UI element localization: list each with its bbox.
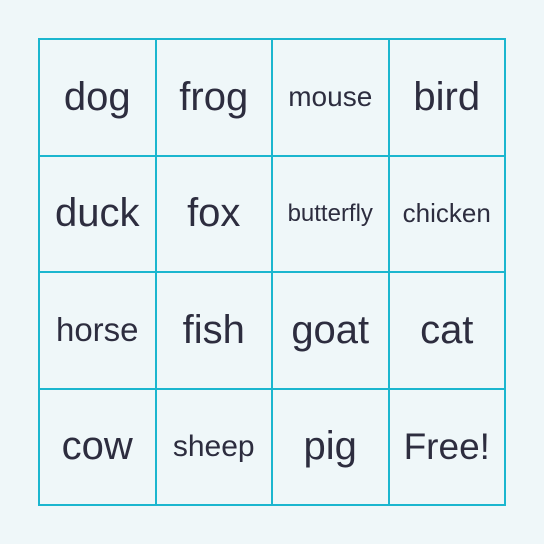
bingo-cell-pig[interactable]: pig: [272, 388, 389, 505]
bingo-cell-fish[interactable]: fish: [155, 272, 272, 389]
bingo-cell-fox[interactable]: fox: [155, 155, 272, 272]
bingo-cell-bird[interactable]: bird: [388, 39, 505, 156]
bingo-cell-goat[interactable]: goat: [272, 272, 389, 389]
bingo-cell-free[interactable]: Free!: [388, 388, 505, 505]
bingo-cell-duck[interactable]: duck: [39, 155, 156, 272]
bingo-cell-cow[interactable]: cow: [39, 388, 156, 505]
bingo-cell-horse[interactable]: horse: [39, 272, 156, 389]
bingo-cell-dog[interactable]: dog: [39, 39, 156, 156]
bingo-cell-cat[interactable]: cat: [388, 272, 505, 389]
bingo-cell-mouse[interactable]: mouse: [272, 39, 389, 156]
bingo-cell-butterfly[interactable]: butterfly: [272, 155, 389, 272]
bingo-cell-chicken[interactable]: chicken: [388, 155, 505, 272]
bingo-cell-sheep[interactable]: sheep: [155, 388, 272, 505]
bingo-cell-frog[interactable]: frog: [155, 39, 272, 156]
bingo-board: dog frog mouse bird duck fox butterfly chicken h…: [38, 38, 506, 506]
